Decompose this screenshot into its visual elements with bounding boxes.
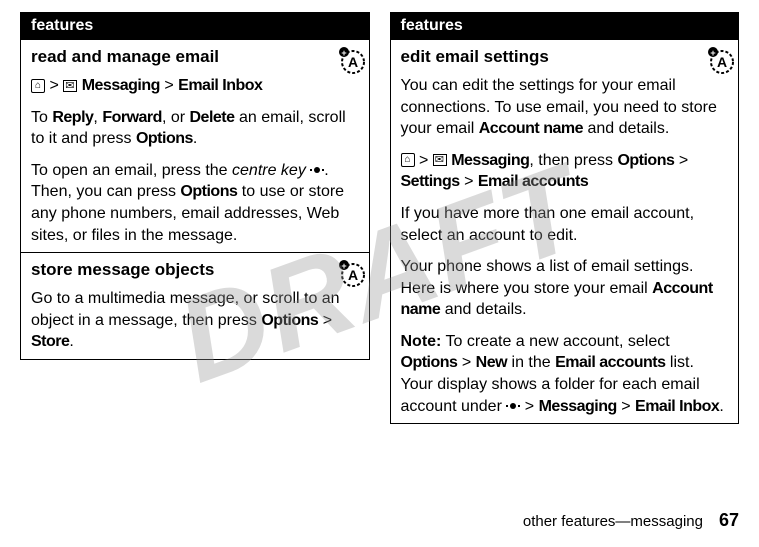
para: To open an email, press the centre key .… <box>31 160 359 246</box>
text: To open an email, press the <box>31 162 232 179</box>
accessibility-badge-icon: A + <box>333 257 365 289</box>
text: New <box>476 354 507 371</box>
page-number: 67 <box>719 510 739 531</box>
svg-text:A: A <box>717 54 727 70</box>
text: Email Inbox <box>635 398 719 415</box>
text: To create a new account, select <box>441 333 669 350</box>
text: Email accounts <box>555 354 665 371</box>
nav-path: > Messaging, then press Options > Settin… <box>401 150 729 193</box>
text: > <box>457 354 475 371</box>
page-footer: other features—messaging 67 <box>523 510 739 531</box>
text: Messaging <box>539 398 617 415</box>
content-columns: features A + read and manage email <box>20 12 739 424</box>
path-text: Messaging <box>82 77 160 94</box>
text: > <box>520 398 538 415</box>
left-row2-cell: A + store message objects Go to a multim… <box>21 253 370 360</box>
table-row: A + store message objects Go to a multim… <box>21 253 370 360</box>
text: , or <box>162 109 190 126</box>
text: centre key <box>232 162 306 179</box>
text: Options <box>180 183 237 200</box>
text: > <box>318 312 332 329</box>
gt: > <box>679 152 688 169</box>
text: . <box>193 130 197 147</box>
para: To Reply, Forward, or Delete an email, s… <box>31 107 359 150</box>
right-header-cell: features <box>390 13 739 40</box>
para: If you have more than one email account,… <box>401 203 729 246</box>
text: > <box>617 398 635 415</box>
svg-text:A: A <box>347 54 357 70</box>
text: Options <box>401 354 458 371</box>
text: To <box>31 109 52 126</box>
text: . <box>719 398 723 415</box>
gt: > <box>419 152 428 169</box>
message-icon <box>433 154 447 166</box>
text: , then press <box>529 152 617 169</box>
gt: > <box>49 77 58 94</box>
path-text: Settings <box>401 173 460 190</box>
left-header-cell: features <box>21 13 370 40</box>
footer-text: other features—messaging <box>523 513 703 530</box>
right-table: features A + edit email settings You c <box>390 12 740 424</box>
para: Note: To create a new account, select Op… <box>401 331 729 417</box>
para: Your phone shows a list of email setting… <box>401 256 729 321</box>
text: and details. <box>440 301 526 318</box>
svg-text:+: + <box>341 48 346 58</box>
right-header-row: features <box>390 13 739 40</box>
left-column: features A + read and manage email <box>20 12 370 424</box>
table-row: A + edit email settings You can edit the… <box>390 40 739 424</box>
path-text: Messaging <box>451 152 529 169</box>
home-icon <box>31 79 45 93</box>
accessibility-badge-icon: A + <box>702 44 734 76</box>
center-key-icon <box>310 165 324 175</box>
section-title: edit email settings <box>401 46 729 69</box>
note-label: Note: <box>401 333 442 350</box>
left-header-row: features <box>21 13 370 40</box>
right-column: features A + edit email settings You c <box>390 12 740 424</box>
text: Your phone shows a list of email setting… <box>401 258 694 297</box>
text: and details. <box>583 120 669 137</box>
text: Options <box>617 152 674 169</box>
svg-text:+: + <box>710 48 715 58</box>
svg-text:+: + <box>341 261 346 271</box>
gt: > <box>464 173 473 190</box>
text: . <box>69 333 73 350</box>
gt: > <box>164 77 173 94</box>
section-title: store message objects <box>31 259 359 282</box>
text: Options <box>261 312 318 329</box>
center-key-icon <box>506 401 520 411</box>
text: , <box>93 109 102 126</box>
accessibility-badge-icon: A + <box>333 44 365 76</box>
left-row1-cell: A + read and manage email > Messaging > … <box>21 40 370 253</box>
svg-text:A: A <box>347 267 357 283</box>
text: Account name <box>479 120 583 137</box>
home-icon <box>401 153 415 167</box>
text: Delete <box>190 109 235 126</box>
text: Reply <box>52 109 93 126</box>
section-title: read and manage email <box>31 46 359 69</box>
path-text: Email Inbox <box>178 77 262 94</box>
left-table: features A + read and manage email <box>20 12 370 360</box>
path-text: Email accounts <box>478 173 588 190</box>
para: Go to a multimedia message, or scroll to… <box>31 288 359 353</box>
right-row1-cell: A + edit email settings You can edit the… <box>390 40 739 424</box>
text: Forward <box>102 109 162 126</box>
para: You can edit the settings for your email… <box>401 75 729 140</box>
nav-path: > Messaging > Email Inbox <box>31 75 359 97</box>
text: Store <box>31 333 69 350</box>
text: in the <box>507 354 555 371</box>
message-icon <box>63 80 77 92</box>
table-row: A + read and manage email > Messaging > … <box>21 40 370 253</box>
text: Options <box>136 130 193 147</box>
